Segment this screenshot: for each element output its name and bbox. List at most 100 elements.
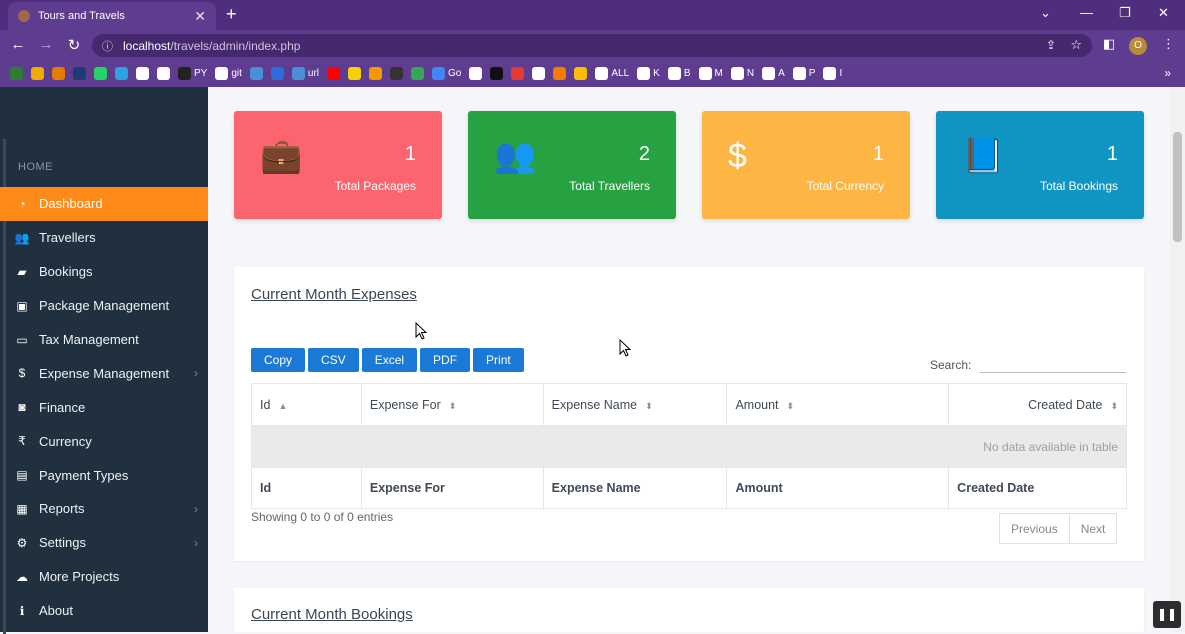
expenses-table: Id ▲ Expense For ⬍ Expense Name ⬍ Amount ⬍ Creat… — [251, 383, 1127, 509]
sort-ascending-icon: ▲ — [278, 400, 288, 411]
bookmark-item[interactable] — [369, 67, 383, 80]
bookmark-item[interactable] — [532, 67, 546, 80]
chevron-right-icon: › — [194, 366, 198, 381]
pdf-button[interactable]: PDF — [420, 348, 471, 372]
sidebar-item-reports[interactable]: ▦ Reports › — [0, 492, 208, 526]
bookmark-item[interactable] — [115, 67, 128, 80]
bookmark-item[interactable]: I — [823, 67, 842, 80]
bookmark-item[interactable] — [390, 67, 404, 80]
excel-button[interactable]: Excel — [361, 348, 418, 372]
bookmark-item[interactable] — [270, 67, 284, 80]
csv-button[interactable]: CSV — [308, 348, 359, 372]
sidebar-item-travellers[interactable]: 👥 Travellers — [0, 221, 208, 255]
bookmark-item[interactable]: P — [792, 67, 815, 80]
tab-search-icon[interactable]: ⌄ — [1040, 5, 1051, 21]
sidebar-item-expense-management[interactable]: $ Expense Management › — [0, 356, 208, 390]
bookmark-item[interactable] — [511, 67, 525, 80]
previous-page-button[interactable]: Previous — [999, 513, 1070, 544]
column-header[interactable]: Id ▲ — [251, 383, 362, 426]
tab-close-icon[interactable]: ✕ — [194, 8, 206, 25]
bookmark-item[interactable]: Go — [432, 67, 461, 80]
bookmark-item[interactable] — [574, 67, 588, 80]
sidebar-item-label: About — [39, 603, 73, 619]
sidebar-item-payment-types[interactable]: ▤ Payment Types — [0, 458, 208, 492]
share-icon[interactable]: ⇪ — [1046, 38, 1056, 52]
bookmark-item[interactable]: PY — [178, 67, 207, 80]
sidebar-item-finance[interactable]: ◙ Finance — [0, 390, 208, 424]
sidebar-item-label: Travellers — [39, 230, 96, 246]
new-tab-button[interactable]: + — [226, 4, 237, 25]
stat-card-total-currency[interactable]: $1 Total Currency — [702, 111, 910, 219]
minimize-icon[interactable]: — — [1080, 5, 1093, 20]
bookmark-item[interactable] — [136, 67, 149, 80]
copy-button[interactable]: Copy — [251, 348, 306, 372]
pause-icon[interactable]: ❚❚ — [1153, 601, 1181, 628]
bookmark-item[interactable] — [469, 67, 483, 80]
bookmark-item[interactable]: N — [730, 67, 754, 80]
bookmark-item[interactable] — [52, 67, 65, 80]
print-button[interactable]: Print — [473, 348, 524, 372]
sidebar-item-dashboard[interactable]: ◔ Dashboard — [0, 187, 208, 221]
column-header[interactable]: Expense For ⬍ — [360, 383, 544, 426]
bookmark-item[interactable] — [327, 67, 341, 80]
close-window-icon[interactable]: ✕ — [1158, 5, 1169, 21]
sidebar-item-package-management[interactable]: ▣ Package Management — [0, 289, 208, 323]
next-page-button[interactable]: Next — [1069, 513, 1118, 544]
bookmark-item[interactable] — [249, 67, 263, 80]
url-input[interactable]: ⓘ localhost/travels/admin/index.php ⇪ ☆ — [92, 34, 1092, 57]
column-header[interactable]: Created Date ⬍ — [948, 383, 1127, 426]
restore-icon[interactable]: ❐ — [1119, 5, 1131, 21]
back-arrow-icon[interactable]: ← — [4, 36, 32, 53]
side-panel-icon[interactable]: ◧ — [1103, 36, 1115, 52]
sidebar-item-label: Reports — [39, 501, 85, 517]
bookmark-item[interactable]: B — [667, 67, 691, 80]
column-header[interactable]: Expense Name ⬍ — [542, 383, 728, 426]
bookmark-item[interactable] — [157, 67, 170, 80]
sidebar-item-bookings[interactable]: ▰ Bookings — [0, 255, 208, 289]
address-bar-row: ← → ↻ ⓘ localhost/travels/admin/index.ph… — [0, 30, 1185, 60]
search-input[interactable] — [980, 353, 1126, 373]
bookmark-star-icon[interactable]: ☆ — [1070, 37, 1082, 53]
bookmark-item[interactable]: M — [698, 67, 723, 80]
stat-card-total-travellers[interactable]: 👥 2 Total Travellers — [468, 111, 676, 219]
bookmark-item[interactable]: git — [215, 67, 242, 80]
bookmark-item[interactable] — [348, 67, 362, 80]
bookmark-item[interactable] — [94, 67, 107, 80]
table-info: Showing 0 to 0 of 0 entries — [251, 510, 394, 524]
sort-icon: ⬍ — [448, 400, 457, 411]
sidebar-item-about[interactable]: ℹ About — [0, 594, 208, 628]
bookmark-item[interactable] — [31, 67, 44, 80]
sidebar-item-settings[interactable]: ⚙ Settings › — [0, 526, 208, 560]
sort-icon: ⬍ — [1110, 400, 1118, 411]
bookmark-item[interactable]: ALL — [595, 67, 629, 80]
stat-card-total-packages[interactable]: 💼 1 Total Packages — [234, 111, 442, 219]
stat-label: Total Travellers — [569, 179, 650, 193]
sidebar-item-currency[interactable]: ₹ Currency — [0, 424, 208, 458]
forward-arrow-icon[interactable]: → — [32, 36, 60, 53]
profile-avatar[interactable]: O — [1129, 37, 1147, 55]
stat-card-total-bookings[interactable]: 📘 1 Total Bookings — [936, 111, 1144, 219]
sidebar-item-tax-management[interactable]: ▭ Tax Management — [0, 323, 208, 357]
reload-icon[interactable]: ↻ — [60, 36, 88, 54]
stat-value: 2 — [638, 143, 650, 165]
browser-tab[interactable]: Tours and Travels ✕ — [8, 2, 216, 30]
column-header[interactable]: Amount ⬍ — [726, 383, 950, 426]
expenses-title[interactable]: Current Month Expenses — [251, 286, 417, 303]
bookings-title[interactable]: Current Month Bookings — [251, 606, 413, 623]
site-info-icon[interactable]: ⓘ — [102, 38, 113, 54]
bookings-card: Current Month Bookings — [234, 588, 1144, 632]
scrollbar-thumb[interactable] — [1173, 132, 1182, 242]
bookmark-item[interactable]: url — [291, 67, 319, 80]
sidebar-item-more-projects[interactable]: ☁ More Projects — [0, 560, 208, 594]
bookmark-item[interactable] — [553, 67, 567, 80]
bookmark-item[interactable]: K — [637, 67, 660, 80]
bookmark-item[interactable] — [10, 67, 23, 80]
browser-menu-icon[interactable]: ⋮ — [1162, 36, 1175, 52]
page-scrollbar[interactable] — [1170, 87, 1185, 632]
bookmark-item[interactable] — [411, 67, 425, 80]
bookmarks-overflow-icon[interactable]: » — [1164, 66, 1171, 80]
bookmark-item[interactable] — [490, 67, 504, 80]
bookmark-favicon-icon — [136, 67, 149, 80]
bookmark-item[interactable] — [73, 67, 86, 80]
bookmark-item[interactable]: A — [762, 67, 785, 80]
